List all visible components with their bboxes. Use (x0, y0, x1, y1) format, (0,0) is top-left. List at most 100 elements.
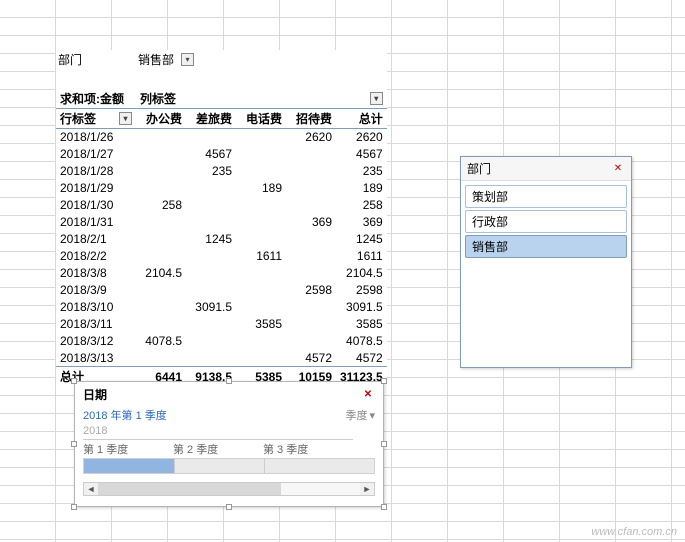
row-date-label: 2018/3/10 (56, 299, 136, 316)
filter-field-label: 部门 (56, 50, 136, 69)
timeline-selection[interactable] (84, 459, 174, 473)
data-cell (236, 163, 286, 180)
scroll-thumb[interactable] (98, 483, 281, 495)
data-cell: 258 (136, 197, 186, 214)
table-row: 2018/3/925982598 (56, 282, 387, 299)
pivot-table: 求和项:金额 列标签 ▾ 行标签 ▾ 办公费 差旅费 电话费 招待费 总计 20… (56, 89, 387, 386)
data-cell (286, 163, 336, 180)
filter-value-cell[interactable]: 销售部 ▾ (136, 50, 196, 69)
data-cell (236, 146, 286, 163)
data-cell (186, 197, 236, 214)
filter-dropdown-icon[interactable]: ▾ (181, 53, 194, 66)
timeline-year-label: 2018 (75, 425, 383, 437)
data-cell: 2620 (286, 129, 336, 146)
data-cell: 3585 (236, 316, 286, 333)
data-cell: 2104.5 (336, 265, 387, 282)
scroll-left-icon[interactable]: ◄ (84, 483, 98, 495)
row-date-label: 2018/2/2 (56, 248, 136, 265)
data-cell (136, 163, 186, 180)
data-cell (136, 316, 186, 333)
data-cell (136, 214, 186, 231)
resize-handle[interactable] (381, 378, 387, 384)
watermark-text: www.cfan.com.cn (591, 526, 677, 538)
data-cell (236, 299, 286, 316)
data-cell (186, 282, 236, 299)
table-row: 2018/1/29189189 (56, 180, 387, 197)
data-cell (236, 197, 286, 214)
data-cell (136, 180, 186, 197)
data-cell (186, 129, 236, 146)
data-cell: 1611 (236, 248, 286, 265)
value-field-label: 求和项:金额 (56, 89, 136, 109)
data-cell (136, 282, 186, 299)
row-date-label: 2018/2/1 (56, 231, 136, 248)
table-row: 2018/1/2626202620 (56, 129, 387, 146)
slicer-title: 部门 (467, 160, 491, 177)
data-cell: 4567 (186, 146, 236, 163)
data-cell (136, 231, 186, 248)
data-cell: 3091.5 (186, 299, 236, 316)
col-header: 差旅费 (186, 109, 236, 129)
slicer-department[interactable]: 部门 ✕ 策划部行政部销售部 (460, 156, 632, 368)
data-cell (186, 265, 236, 282)
row-date-label: 2018/1/28 (56, 163, 136, 180)
data-cell: 1611 (336, 248, 387, 265)
table-row: 2018/3/82104.52104.5 (56, 265, 387, 282)
timeline-scrollbar[interactable]: ◄ ► (83, 482, 375, 496)
table-row: 2018/1/31369369 (56, 214, 387, 231)
data-cell: 189 (236, 180, 286, 197)
column-field-label: 列标签 (140, 90, 176, 107)
row-field-label: 行标签 (60, 110, 96, 127)
timeline-level-dropdown[interactable]: 季度 ▾ (345, 407, 375, 423)
table-row: 2018/2/112451245 (56, 231, 387, 248)
resize-handle[interactable] (71, 504, 77, 510)
resize-handle[interactable] (71, 378, 77, 384)
slicer-item[interactable]: 销售部 (465, 235, 627, 258)
data-cell (136, 350, 186, 367)
slicer-item[interactable]: 策划部 (465, 185, 627, 208)
resize-handle[interactable] (381, 441, 387, 447)
data-cell (186, 214, 236, 231)
data-cell (186, 350, 236, 367)
column-dropdown-icon[interactable]: ▾ (370, 92, 383, 105)
data-cell: 189 (336, 180, 387, 197)
data-cell: 2620 (336, 129, 387, 146)
resize-handle[interactable] (226, 504, 232, 510)
data-cell: 4567 (336, 146, 387, 163)
row-date-label: 2018/3/12 (56, 333, 136, 350)
timeline-tick: 第 3 季度 (263, 439, 353, 457)
data-cell: 4078.5 (336, 333, 387, 350)
data-cell: 258 (336, 197, 387, 214)
row-date-label: 2018/3/13 (56, 350, 136, 367)
row-dropdown-icon[interactable]: ▾ (119, 112, 132, 125)
scroll-right-icon[interactable]: ► (360, 483, 374, 495)
table-row: 2018/1/30258258 (56, 197, 387, 214)
data-cell: 4078.5 (136, 333, 186, 350)
resize-handle[interactable] (71, 441, 77, 447)
data-cell (186, 333, 236, 350)
data-cell (136, 299, 186, 316)
slicer-item[interactable]: 行政部 (465, 210, 627, 233)
table-row: 2018/3/1345724572 (56, 350, 387, 367)
data-cell (186, 316, 236, 333)
table-row: 2018/1/2745674567 (56, 146, 387, 163)
data-cell (236, 350, 286, 367)
timeline-slicer[interactable]: 日期 ✕ 2018 年第 1 季度 季度 ▾ 2018 第 1 季度 第 2 季… (74, 381, 384, 507)
data-cell (136, 129, 186, 146)
data-cell (186, 180, 236, 197)
row-date-label: 2018/1/30 (56, 197, 136, 214)
data-cell (286, 180, 336, 197)
row-date-label: 2018/3/11 (56, 316, 136, 333)
slicer-clear-filter-icon[interactable]: ✕ (611, 162, 625, 176)
timeline-clear-filter-icon[interactable]: ✕ (361, 388, 375, 402)
data-cell (236, 231, 286, 248)
scroll-track[interactable] (98, 483, 360, 495)
timeline-track[interactable] (83, 458, 375, 474)
col-header: 办公费 (136, 109, 186, 129)
timeline-divider (264, 459, 265, 473)
data-cell: 369 (336, 214, 387, 231)
table-row: 2018/1/28235235 (56, 163, 387, 180)
data-cell (286, 333, 336, 350)
resize-handle[interactable] (226, 378, 232, 384)
resize-handle[interactable] (381, 504, 387, 510)
